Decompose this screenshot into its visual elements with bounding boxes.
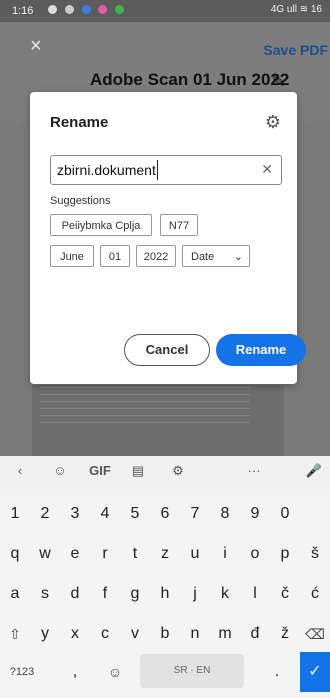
close-icon[interactable]: × <box>30 36 42 56</box>
key-4[interactable]: 4 <box>90 494 120 534</box>
key-e[interactable]: e <box>60 534 90 574</box>
key-period[interactable]: . <box>262 652 292 692</box>
app-icon <box>81 4 91 14</box>
key-a[interactable]: a <box>0 574 30 614</box>
key-5[interactable]: 5 <box>120 494 150 534</box>
suggestion-chip-year[interactable]: 2022 <box>136 245 176 267</box>
symbols-key[interactable]: ?123 <box>2 652 42 692</box>
key-t[interactable]: t <box>120 534 150 574</box>
space-bar[interactable]: SR · EN <box>140 654 244 688</box>
key-m[interactable]: m <box>210 614 240 654</box>
key-v[interactable]: v <box>120 614 150 654</box>
keyboard-settings-icon[interactable]: ⚙ <box>164 463 192 479</box>
text-cursor <box>157 160 158 180</box>
keyboard-toolbar: ‹ ☺ GIF ▤ ⚙ ··· 🎤 <box>0 456 330 490</box>
key-z[interactable]: z <box>150 534 180 574</box>
enter-check-icon[interactable]: ✓ <box>300 652 330 692</box>
document-title: Adobe Scan 01 Jun 2022 <box>90 70 290 89</box>
notification-icons <box>48 4 127 15</box>
alarm-icon <box>64 4 74 14</box>
key-p[interactable]: p <box>270 534 300 574</box>
keyboard-back-icon[interactable]: ‹ <box>6 463 34 478</box>
filename-value: zbirni.dokument <box>57 162 156 178</box>
chevron-down-icon: ⌄ <box>233 251 243 263</box>
key-u[interactable]: u <box>180 534 210 574</box>
key-k[interactable]: k <box>210 574 240 614</box>
key-l[interactable]: l <box>240 574 270 614</box>
key-s-caron[interactable]: š <box>300 534 330 574</box>
shift-icon[interactable]: ⇧ <box>0 614 30 654</box>
suggestion-chip[interactable]: N77 <box>160 214 198 236</box>
key-f[interactable]: f <box>90 574 120 614</box>
key-n[interactable]: n <box>180 614 210 654</box>
key-o[interactable]: o <box>240 534 270 574</box>
key-2[interactable]: 2 <box>30 494 60 534</box>
more-icon[interactable]: ··· <box>240 463 268 478</box>
key-z-caron[interactable]: ž <box>270 614 300 654</box>
key-g[interactable]: g <box>120 574 150 614</box>
key-i[interactable]: i <box>210 534 240 574</box>
cast-icon <box>48 4 57 14</box>
date-format-select[interactable]: Date ⌄ <box>182 245 250 267</box>
status-bar: 1:16 4G ull ≋ 16 <box>0 0 330 22</box>
save-pdf-button[interactable]: Save PDF <box>263 42 328 58</box>
key-r[interactable]: r <box>90 534 120 574</box>
key-j[interactable]: j <box>180 574 210 614</box>
status-time: 1:16 <box>12 5 34 17</box>
backspace-icon[interactable]: ⌫ <box>300 614 330 654</box>
rename-button[interactable]: Rename <box>216 334 306 366</box>
clipboard-icon[interactable]: ▤ <box>124 463 152 479</box>
microphone-icon[interactable]: 🎤 <box>300 463 328 479</box>
gear-icon[interactable]: ⚙ <box>265 112 281 133</box>
gif-button[interactable]: GIF <box>86 463 114 478</box>
rename-dialog: Rename ⚙ zbirni.dokument ✕ Suggestions P… <box>30 92 306 384</box>
sticker-icon[interactable]: ☺ <box>46 463 74 478</box>
key-0[interactable]: 0 <box>270 494 300 534</box>
key-y[interactable]: y <box>30 614 60 654</box>
key-1[interactable]: 1 <box>0 494 30 534</box>
key-s[interactable]: s <box>30 574 60 614</box>
clear-icon[interactable]: ✕ <box>261 161 273 178</box>
key-3[interactable]: 3 <box>60 494 90 534</box>
suggestion-chip-month[interactable]: June <box>50 245 94 267</box>
key-h[interactable]: h <box>150 574 180 614</box>
emoji-icon[interactable]: ☺ <box>100 652 130 692</box>
key-comma[interactable]: , <box>60 652 90 692</box>
key-d-stroke[interactable]: đ <box>240 614 270 654</box>
suggestions-label: Suggestions <box>50 195 111 207</box>
dialog-title: Rename <box>50 114 109 131</box>
filename-input[interactable]: zbirni.dokument ✕ <box>50 155 282 185</box>
instagram-icon <box>98 4 108 14</box>
key-q[interactable]: q <box>0 534 30 574</box>
key-8[interactable]: 8 <box>210 494 240 534</box>
key-c-acute[interactable]: ć <box>300 574 330 614</box>
key-d[interactable]: d <box>60 574 90 614</box>
status-right-icons: 4G ull ≋ 16 <box>270 4 322 15</box>
key-w[interactable]: w <box>30 534 60 574</box>
key-c-caron[interactable]: č <box>270 574 300 614</box>
edit-pencil-icon[interactable]: ✎ <box>272 72 285 92</box>
key-6[interactable]: 6 <box>150 494 180 534</box>
suggestion-chip-day[interactable]: 01 <box>100 245 130 267</box>
key-9[interactable]: 9 <box>240 494 270 534</box>
key-7[interactable]: 7 <box>180 494 210 534</box>
app-green-icon <box>115 4 125 14</box>
cancel-button[interactable]: Cancel <box>124 334 210 366</box>
suggestion-chip[interactable]: Peiiybmka Cplja <box>50 214 152 236</box>
key-b[interactable]: b <box>150 614 180 654</box>
key-x[interactable]: x <box>60 614 90 654</box>
date-select-label: Date <box>191 251 215 263</box>
key-c[interactable]: c <box>90 614 120 654</box>
